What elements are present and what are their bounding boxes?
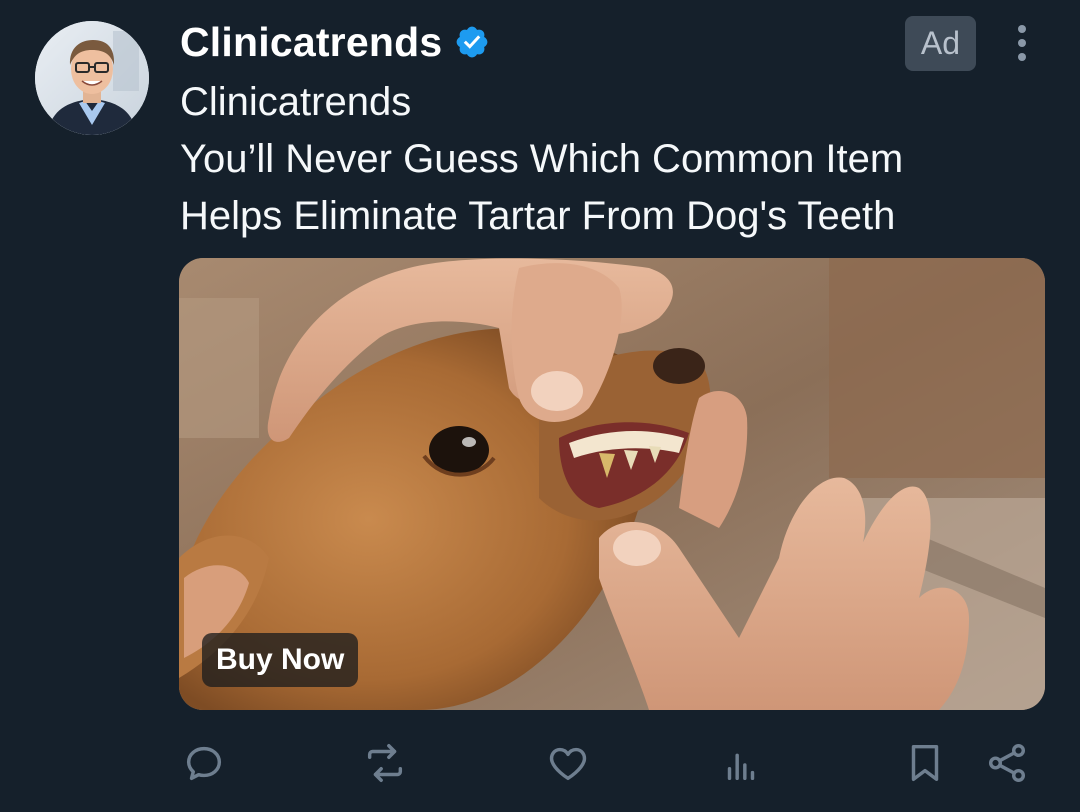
share-icon[interactable]	[984, 740, 1030, 786]
ad-post[interactable]: Clinicatrends Ad Clinicatrends You’ll Ne…	[0, 0, 1080, 812]
ad-badge: Ad	[905, 16, 976, 71]
post-action-bar	[0, 740, 1080, 788]
avatar-image	[35, 21, 149, 135]
post-text-line: You’ll Never Guess Which Common Item	[180, 137, 904, 181]
author-name[interactable]: Clinicatrends	[180, 19, 442, 66]
author-avatar[interactable]	[35, 21, 149, 135]
post-text: Clinicatrends You’ll Never Guess Which C…	[180, 74, 1040, 245]
views-icon[interactable]	[718, 740, 764, 786]
verified-badge-icon	[454, 24, 490, 60]
post-header: Clinicatrends	[180, 14, 490, 70]
reply-icon[interactable]	[181, 740, 227, 786]
more-options-icon[interactable]	[1008, 22, 1036, 64]
post-text-line: Helps Eliminate Tartar From Dog's Teeth	[180, 194, 896, 238]
repost-icon[interactable]	[362, 740, 408, 786]
buy-now-button[interactable]: Buy Now	[202, 633, 359, 687]
bookmark-icon[interactable]	[902, 740, 948, 786]
like-icon[interactable]	[545, 740, 591, 786]
post-text-line: Clinicatrends	[180, 80, 412, 124]
